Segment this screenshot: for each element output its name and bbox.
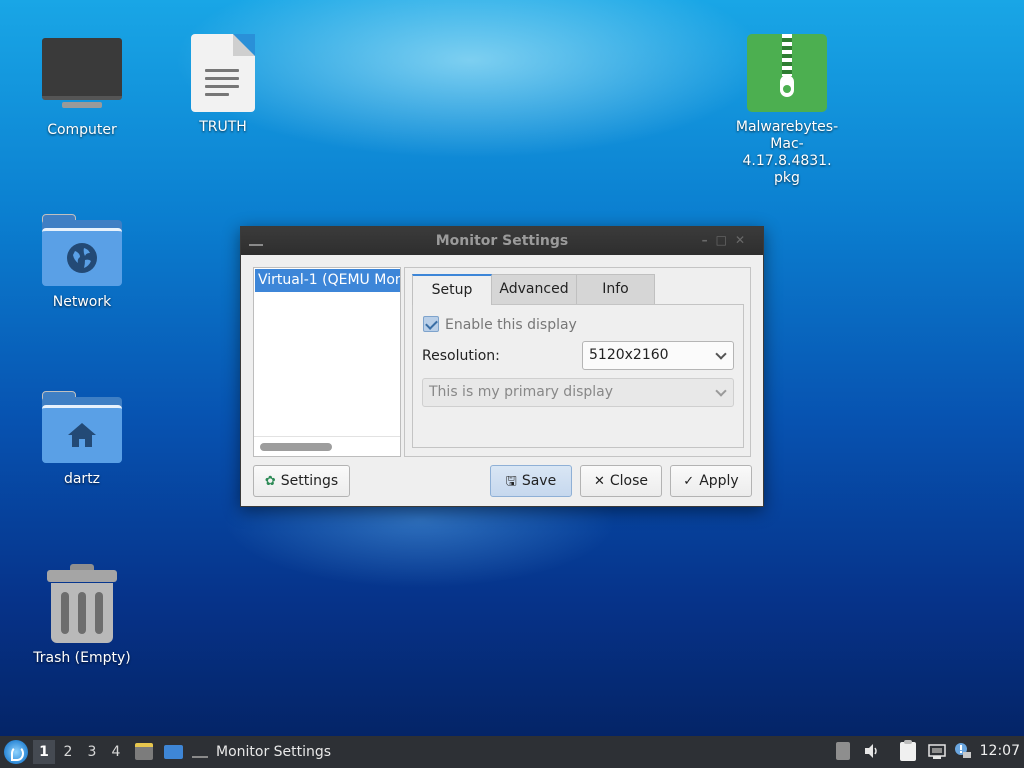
taskbar-task-label: Monitor Settings [216, 744, 332, 760]
file-manager-icon[interactable] [135, 743, 153, 760]
desktop-icon-label: dartz [63, 471, 101, 487]
taskbar-task-monitor-settings[interactable]: Monitor Settings [192, 740, 331, 764]
window-title: Monitor Settings [435, 233, 569, 249]
close-window-icon[interactable]: ✕ [735, 233, 753, 247]
settings-button-label: Settings [280, 473, 339, 489]
workspace-1[interactable]: 1 [33, 740, 55, 764]
archive-icon [746, 33, 828, 113]
checkmark-icon: ✓ [683, 474, 695, 489]
save-icon: 🖫 [505, 474, 517, 489]
volume-icon[interactable] [863, 742, 881, 762]
desktop-icon-truth[interactable]: TRUTH [163, 33, 283, 136]
start-menu-icon[interactable] [4, 740, 28, 764]
apply-button[interactable]: ✓ Apply [670, 465, 752, 497]
update-icon[interactable] [954, 742, 972, 762]
settings-pane: Setup Advanced Info Enable this display … [404, 267, 751, 457]
tab-info[interactable]: Info [576, 274, 655, 305]
desktop-icon-computer[interactable]: Computer [22, 36, 142, 139]
settings-button[interactable]: ✿ Settings [253, 465, 350, 497]
network-icon[interactable] [928, 742, 946, 762]
primary-display-value: This is my primary display [429, 384, 614, 400]
home-folder-icon [41, 391, 123, 465]
horizontal-scrollbar[interactable] [254, 436, 400, 456]
tab-advanced[interactable]: Advanced [491, 274, 577, 305]
desktop-icon-label: Computer [47, 122, 117, 138]
primary-display-select: This is my primary display [422, 378, 734, 407]
workspace-4[interactable]: 4 [105, 740, 127, 764]
desktop-icon-label: Network [52, 294, 112, 310]
close-icon: ✕ [593, 474, 605, 489]
window-controls: –□✕ [702, 233, 753, 247]
monitor-list-item[interactable]: Virtual-1 (QEMU Monitor) [255, 269, 400, 292]
tab-setup[interactable]: Setup [412, 274, 492, 305]
monitor-list[interactable]: Virtual-1 (QEMU Monitor) [253, 267, 401, 457]
resolution-select[interactable]: 5120x2160 [582, 341, 734, 370]
resolution-label: Resolution: [422, 348, 500, 364]
trash-icon [45, 564, 119, 644]
desktop-icon-label: TRUTH [199, 119, 247, 135]
clock[interactable]: 12:07 [980, 743, 1020, 759]
monitor-settings-window: Monitor Settings –□✕ Virtual-1 (QEMU Mon… [240, 226, 764, 507]
save-button-label: Save [521, 473, 557, 489]
taskbar: 1 2 3 4 Monitor Settings 12:07 [0, 736, 1024, 768]
scrollbar-thumb[interactable] [260, 443, 332, 451]
setup-panel: Enable this display Resolution: 5120x216… [412, 304, 744, 448]
resolution-value: 5120x2160 [589, 347, 669, 363]
network-folder-icon [41, 214, 123, 288]
text-file-icon [190, 33, 256, 113]
window-icon [192, 754, 208, 758]
close-button[interactable]: ✕ Close [580, 465, 662, 497]
desktop-icon-network[interactable]: Network [22, 214, 142, 311]
enable-display-checkbox[interactable] [423, 316, 439, 332]
close-button-label: Close [609, 473, 649, 489]
minimize-icon[interactable]: – [702, 233, 716, 247]
workspace-3[interactable]: 3 [81, 740, 103, 764]
computer-icon [41, 36, 123, 116]
apply-button-label: Apply [699, 473, 739, 489]
chevron-down-icon [715, 348, 727, 360]
workspace-2[interactable]: 2 [57, 740, 79, 764]
desktop-icon-dartz[interactable]: dartz [22, 391, 142, 488]
enable-display-row[interactable]: Enable this display [423, 316, 577, 333]
desktop-icon-trash[interactable]: Trash (Empty) [22, 564, 142, 667]
settings-gear-icon: ✿ [264, 474, 276, 489]
desktop-icon-malwarebytes[interactable]: Malwarebytes- Mac-4.17.8.4831. pkg [727, 33, 847, 187]
desktop-icon-label: Trash (Empty) [33, 650, 131, 666]
desktop-icon-label: Malwarebytes- Mac-4.17.8.4831. pkg [735, 119, 839, 186]
enable-display-label: Enable this display [445, 317, 577, 333]
maximize-icon[interactable]: □ [716, 233, 735, 247]
window-titlebar[interactable]: Monitor Settings –□✕ [241, 227, 763, 255]
chevron-down-icon [715, 385, 727, 397]
save-button[interactable]: 🖫 Save [490, 465, 572, 497]
show-desktop-icon[interactable] [164, 745, 183, 759]
